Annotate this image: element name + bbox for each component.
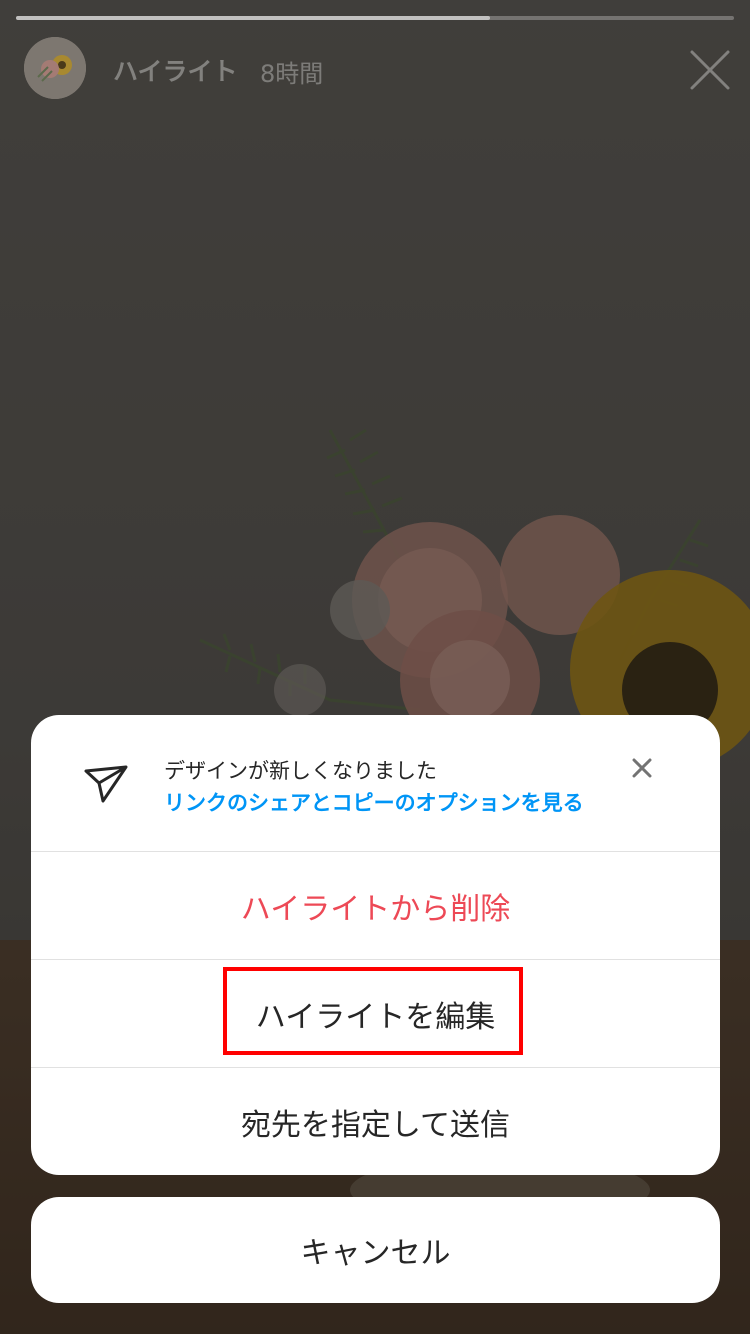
story-progress-fill: [16, 16, 490, 20]
action-sheet: デザインが新しくなりました リンクのシェアとコピーのオプションを見る ハイライト…: [31, 715, 720, 1175]
banner-title: デザインが新しくなりました: [164, 759, 437, 783]
story-progress-bar: [16, 16, 734, 20]
remove-from-highlight-button[interactable]: ハイライトから削除: [31, 852, 720, 960]
story-timestamp: 8時間: [260, 60, 324, 88]
paper-plane-icon: [84, 765, 128, 803]
cancel-button[interactable]: キャンセル: [31, 1197, 720, 1303]
share-copy-options-link[interactable]: リンクのシェアとコピーのオプションを見る: [164, 787, 584, 817]
send-to-button[interactable]: 宛先を指定して送信: [31, 1068, 720, 1175]
close-banner-icon[interactable]: [629, 755, 655, 781]
avatar-flower-icon: [24, 37, 86, 99]
avatar[interactable]: [24, 37, 86, 99]
close-story-icon[interactable]: [688, 48, 732, 92]
edit-highlight-button[interactable]: ハイライトを編集: [31, 960, 720, 1068]
story-title: ハイライト: [113, 57, 238, 86]
share-options-banner: デザインが新しくなりました リンクのシェアとコピーのオプションを見る: [31, 715, 720, 852]
